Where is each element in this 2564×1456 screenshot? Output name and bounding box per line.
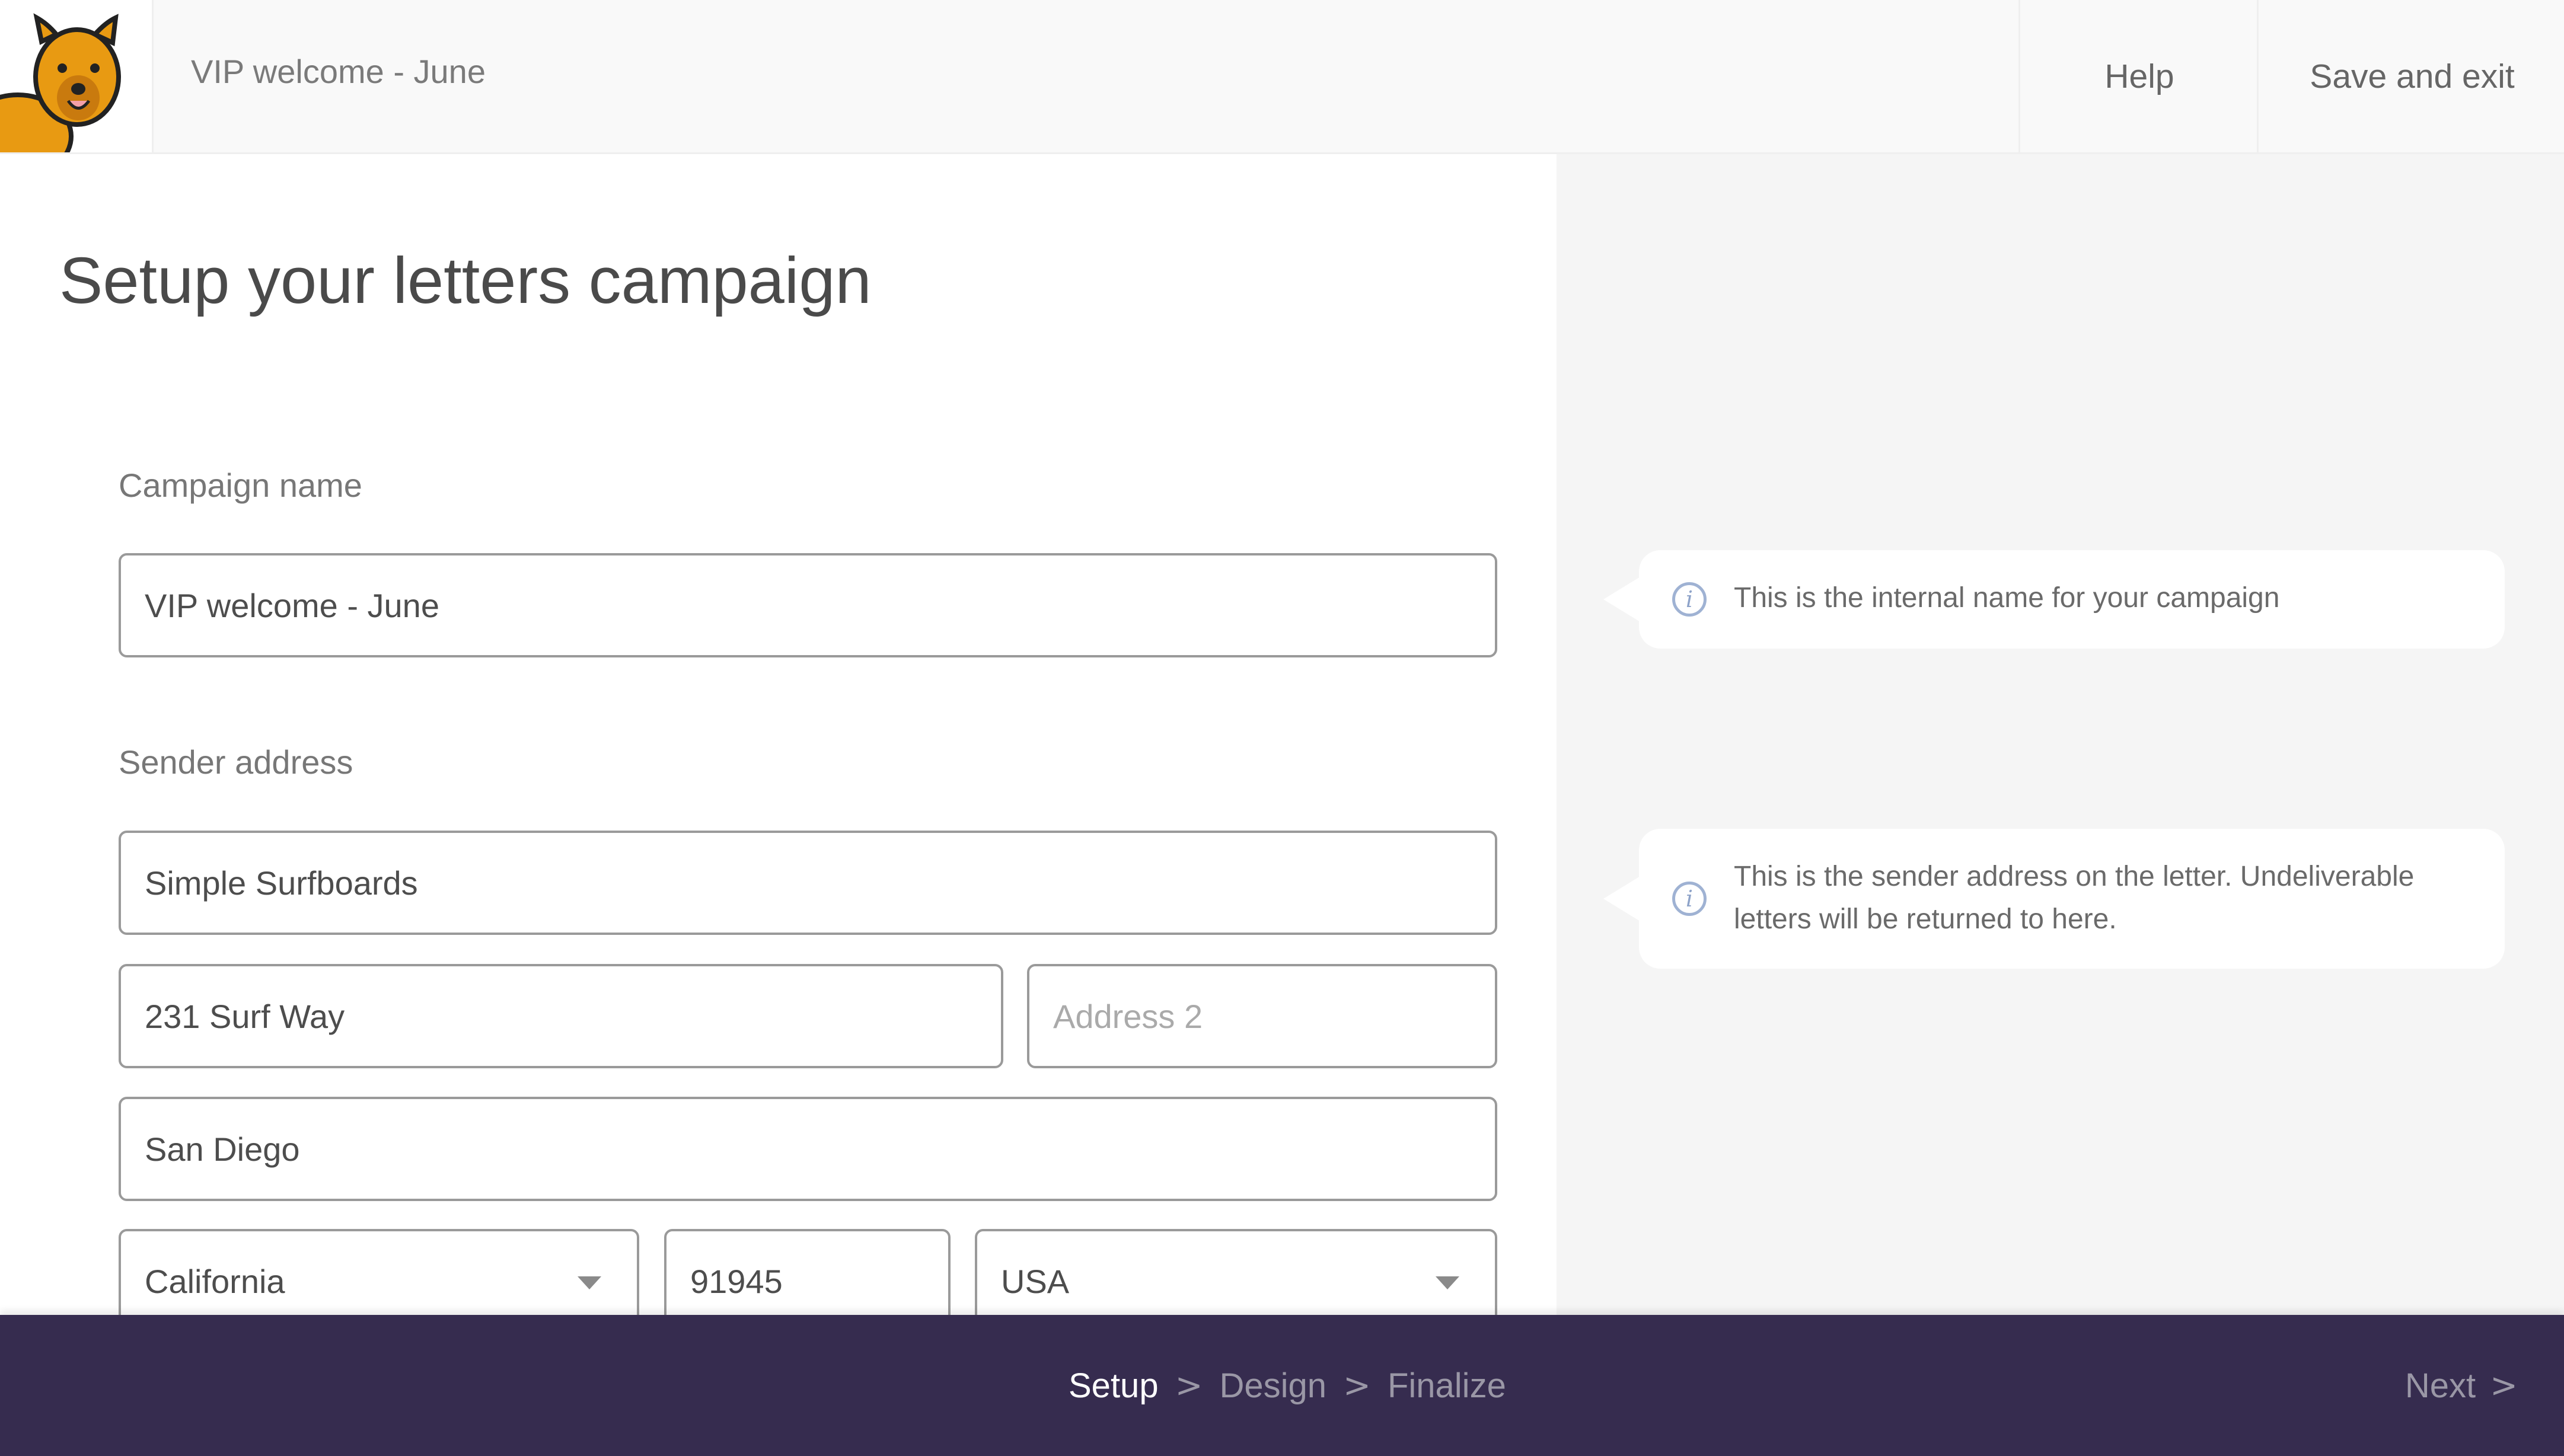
step-breadcrumb: Setup > Design > Finalize bbox=[1069, 1315, 1506, 1456]
help-pane bbox=[1557, 154, 2564, 1315]
sender-address-tip-text: This is the sender address on the letter… bbox=[1734, 861, 2415, 935]
campaign-name-tip-text: This is the internal name for your campa… bbox=[1734, 582, 2280, 614]
next-button[interactable]: Next > bbox=[2405, 1315, 2518, 1456]
chevron-down-icon bbox=[1436, 1276, 1459, 1289]
save-and-exit-button[interactable]: Save and exit bbox=[2257, 0, 2564, 152]
step-finalize[interactable]: Finalize bbox=[1388, 1366, 1506, 1406]
campaign-title: VIP welcome - June bbox=[191, 53, 486, 90]
chevron-right-icon: > bbox=[2490, 1366, 2518, 1405]
campaign-name-label: Campaign name bbox=[119, 467, 362, 504]
sender-address-tip: i This is the sender address on the lett… bbox=[1603, 829, 2505, 969]
step-setup[interactable]: Setup bbox=[1069, 1366, 1159, 1406]
sender-address-label: Sender address bbox=[119, 743, 353, 781]
help-button[interactable]: Help bbox=[2018, 0, 2259, 152]
footer-bar: Setup > Design > Finalize Next > bbox=[0, 1315, 2564, 1456]
chevron-right-icon: > bbox=[1343, 1366, 1371, 1405]
address1-input[interactable]: 231 Surf Way bbox=[119, 964, 1003, 1068]
campaign-name-tip: i This is the internal name for your cam… bbox=[1603, 550, 2505, 649]
city-input[interactable]: San Diego bbox=[119, 1097, 1497, 1201]
chevron-down-icon bbox=[578, 1276, 601, 1289]
info-icon: i bbox=[1672, 882, 1707, 916]
step-design[interactable]: Design bbox=[1220, 1366, 1327, 1406]
page-title: Setup your letters campaign bbox=[59, 244, 872, 317]
sender-name-input[interactable]: Simple Surfboards bbox=[119, 831, 1497, 935]
country-select-value: USA bbox=[1001, 1262, 1070, 1300]
top-bar: VIP welcome - June Help Save and exit bbox=[0, 0, 2564, 154]
quokka-mascot-icon bbox=[0, 13, 121, 152]
logo[interactable] bbox=[0, 0, 154, 152]
campaign-name-input[interactable]: VIP welcome - June bbox=[119, 553, 1497, 657]
info-icon: i bbox=[1672, 582, 1707, 617]
address2-input[interactable]: Address 2 bbox=[1027, 964, 1497, 1068]
chevron-right-icon: > bbox=[1175, 1366, 1203, 1405]
state-select-value: California bbox=[145, 1262, 285, 1300]
next-label: Next bbox=[2404, 1366, 2476, 1405]
